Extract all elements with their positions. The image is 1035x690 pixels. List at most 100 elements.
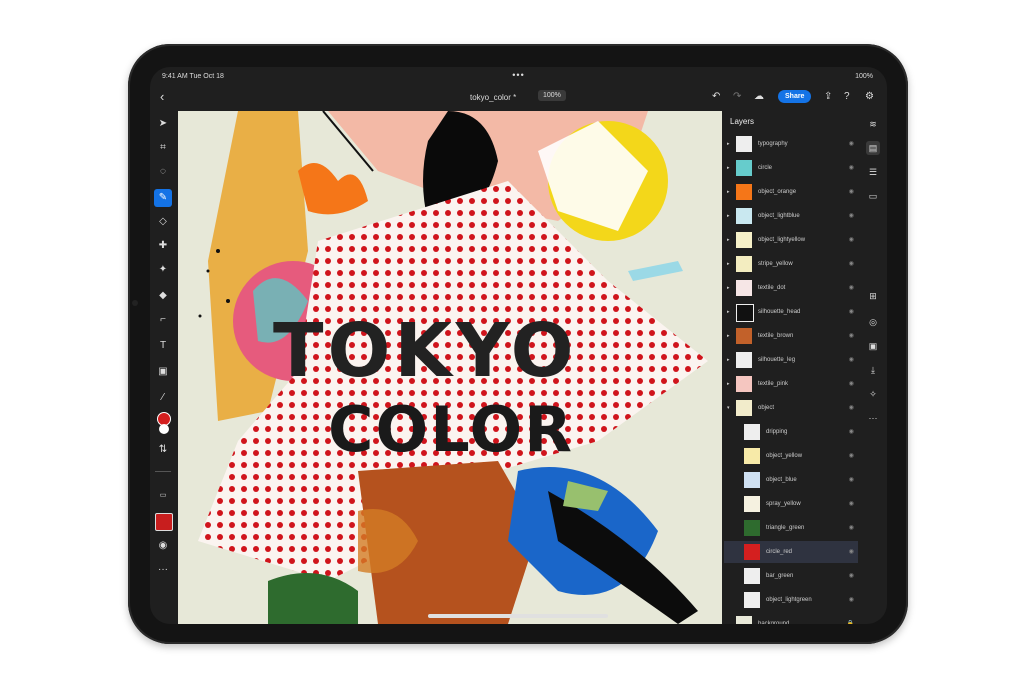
merge-icon[interactable]: ⤓ xyxy=(866,363,880,377)
eye-icon[interactable]: ◉ xyxy=(849,476,854,483)
background-color-swatch[interactable] xyxy=(159,424,169,434)
layer-circle[interactable]: ▸ circle ◉ xyxy=(724,157,858,179)
eyedropper-icon[interactable]: ⁄ xyxy=(154,389,172,407)
expand-icon[interactable]: ▸ xyxy=(727,381,730,387)
layer-spray-yellow[interactable]: spray_yellow ◉ xyxy=(724,493,858,515)
expand-icon[interactable]: ▸ xyxy=(727,141,730,147)
fx-icon[interactable]: ✧ xyxy=(866,387,880,401)
collapse-icon[interactable]: ▾ xyxy=(727,405,730,411)
visibility-icon[interactable]: ◎ xyxy=(866,315,880,329)
layer-object-orange[interactable]: ▸ object_orange ◉ xyxy=(724,181,858,203)
crop-tool-icon[interactable]: ⌐ xyxy=(154,311,172,329)
brush-tool-icon[interactable]: ✎ xyxy=(154,189,172,207)
eye-icon[interactable]: ◉ xyxy=(849,428,854,435)
eye-icon[interactable]: ◉ xyxy=(849,524,854,531)
eye-icon[interactable]: ◉ xyxy=(849,284,854,291)
expand-icon[interactable]: ▸ xyxy=(727,357,730,363)
layers-stack-icon[interactable]: ≋ xyxy=(866,117,880,131)
eye-icon[interactable]: ◉ xyxy=(849,356,854,363)
expand-icon[interactable]: ▸ xyxy=(727,165,730,171)
zoom-level[interactable]: 100% xyxy=(538,90,566,101)
artwork-canvas[interactable]: TOKYO COLOR xyxy=(178,111,722,624)
expand-icon[interactable]: ▸ xyxy=(727,285,730,291)
more-options-icon[interactable]: ··· xyxy=(866,411,880,425)
cloud-icon[interactable]: ☁ xyxy=(754,91,764,102)
layer-circle-red[interactable]: circle_red ◉ xyxy=(724,541,858,563)
layer-thumbnail xyxy=(744,496,760,512)
redo-icon[interactable]: ↷ xyxy=(733,91,741,102)
eye-icon[interactable]: ◉ xyxy=(849,212,854,219)
layer-object-lightgreen[interactable]: object_lightgreen ◉ xyxy=(724,589,858,611)
help-icon[interactable]: ? xyxy=(844,91,850,102)
layer-thumbnail xyxy=(736,184,752,200)
expand-icon[interactable]: ▸ xyxy=(727,333,730,339)
layer-name: object_blue xyxy=(766,477,797,483)
layer-object-yellow[interactable]: object_yellow ◉ xyxy=(724,445,858,467)
eye-icon[interactable]: ◉ xyxy=(849,308,854,315)
eye-icon[interactable]: ◉ xyxy=(849,596,854,603)
eye-icon[interactable]: ◉ xyxy=(849,140,854,147)
layer-textile-pink[interactable]: ▸ textile_pink ◉ xyxy=(724,373,858,395)
multitask-dots-icon[interactable]: ••• xyxy=(512,70,524,80)
lasso-tool-icon[interactable]: ◌ xyxy=(154,163,172,181)
undo-icon[interactable]: ↶ xyxy=(712,91,720,102)
eye-icon[interactable]: ◉ xyxy=(849,452,854,459)
eye-icon[interactable]: ◉ xyxy=(849,332,854,339)
type-tool-icon[interactable]: T xyxy=(154,337,172,355)
brush-size-icon[interactable]: ▭ xyxy=(154,487,172,505)
eye-icon[interactable]: ◉ xyxy=(849,500,854,507)
layer-object-lightblue[interactable]: ▸ object_lightblue ◉ xyxy=(724,205,858,227)
layer-silhouette-head[interactable]: ▸ silhouette_head ◉ xyxy=(724,301,858,323)
layer-group-object[interactable]: ▾ object ◉ xyxy=(724,397,858,419)
share-button[interactable]: Share xyxy=(778,90,812,103)
layer-thumbnail xyxy=(736,256,752,272)
layer-background[interactable]: background 🔒 xyxy=(724,613,858,624)
eye-icon[interactable]: ◉ xyxy=(849,164,854,171)
adjustments-icon[interactable]: ☰ xyxy=(866,165,880,179)
document-title[interactable]: tokyo_color * xyxy=(470,93,516,102)
swap-colors-icon[interactable]: ⇅ xyxy=(154,441,172,459)
clone-tool-icon[interactable]: ✦ xyxy=(154,261,172,279)
layer-textile-dot[interactable]: ▸ textile_dot ◉ xyxy=(724,277,858,299)
layer-bar-green[interactable]: bar_green ◉ xyxy=(724,565,858,587)
fill-tool-icon[interactable]: ◆ xyxy=(154,287,172,305)
layer-object-lightyellow[interactable]: ▸ object_lightyellow ◉ xyxy=(724,229,858,251)
lock-icon[interactable]: 🔒 xyxy=(847,620,854,624)
place-image-icon[interactable]: ▣ xyxy=(154,363,172,381)
expand-icon[interactable]: ▸ xyxy=(727,189,730,195)
layer-object-blue[interactable]: object_blue ◉ xyxy=(724,469,858,491)
eye-icon[interactable]: ◉ xyxy=(849,572,854,579)
expand-icon[interactable]: ▸ xyxy=(727,237,730,243)
mask-icon[interactable]: ▣ xyxy=(866,339,880,353)
export-icon[interactable]: ⇪ xyxy=(824,91,832,102)
layer-textile-brown[interactable]: ▸ textile_brown ◉ xyxy=(724,325,858,347)
expand-icon[interactable]: ▸ xyxy=(727,213,730,219)
brush-settings-icon[interactable]: ◉ xyxy=(154,537,172,555)
add-layer-icon[interactable]: ⊞ xyxy=(866,289,880,303)
eye-icon[interactable]: ◉ xyxy=(849,260,854,267)
settings-icon[interactable]: ⚙ xyxy=(865,91,874,102)
layer-properties-icon[interactable]: ▤ xyxy=(866,141,880,155)
transform-tool-icon[interactable]: ⌗ xyxy=(154,139,172,157)
comments-icon[interactable]: ▭ xyxy=(866,189,880,203)
layer-silhouette-leg[interactable]: ▸ silhouette_leg ◉ xyxy=(724,349,858,371)
layer-typography[interactable]: ▸ typography ◉ xyxy=(724,133,858,155)
layer-dripping[interactable]: dripping ◉ xyxy=(724,421,858,443)
eraser-tool-icon[interactable]: ◇ xyxy=(154,213,172,231)
eye-icon[interactable]: ◉ xyxy=(849,404,854,411)
eye-icon[interactable]: ◉ xyxy=(849,548,854,555)
home-indicator[interactable] xyxy=(428,614,608,618)
eye-icon[interactable]: ◉ xyxy=(849,188,854,195)
more-tools-icon[interactable]: ··· xyxy=(154,561,172,579)
expand-icon[interactable]: ▸ xyxy=(727,309,730,315)
healing-tool-icon[interactable]: ✚ xyxy=(154,237,172,255)
expand-icon[interactable]: ▸ xyxy=(727,261,730,267)
move-tool-icon[interactable]: ➤ xyxy=(154,115,172,133)
back-icon[interactable]: ‹ xyxy=(160,89,164,104)
layer-name: object_yellow xyxy=(766,453,803,459)
brush-color-square[interactable] xyxy=(155,513,173,531)
eye-icon[interactable]: ◉ xyxy=(849,380,854,387)
layer-stripe-yellow[interactable]: ▸ stripe_yellow ◉ xyxy=(724,253,858,275)
layer-triangle-green[interactable]: triangle_green ◉ xyxy=(724,517,858,539)
eye-icon[interactable]: ◉ xyxy=(849,236,854,243)
